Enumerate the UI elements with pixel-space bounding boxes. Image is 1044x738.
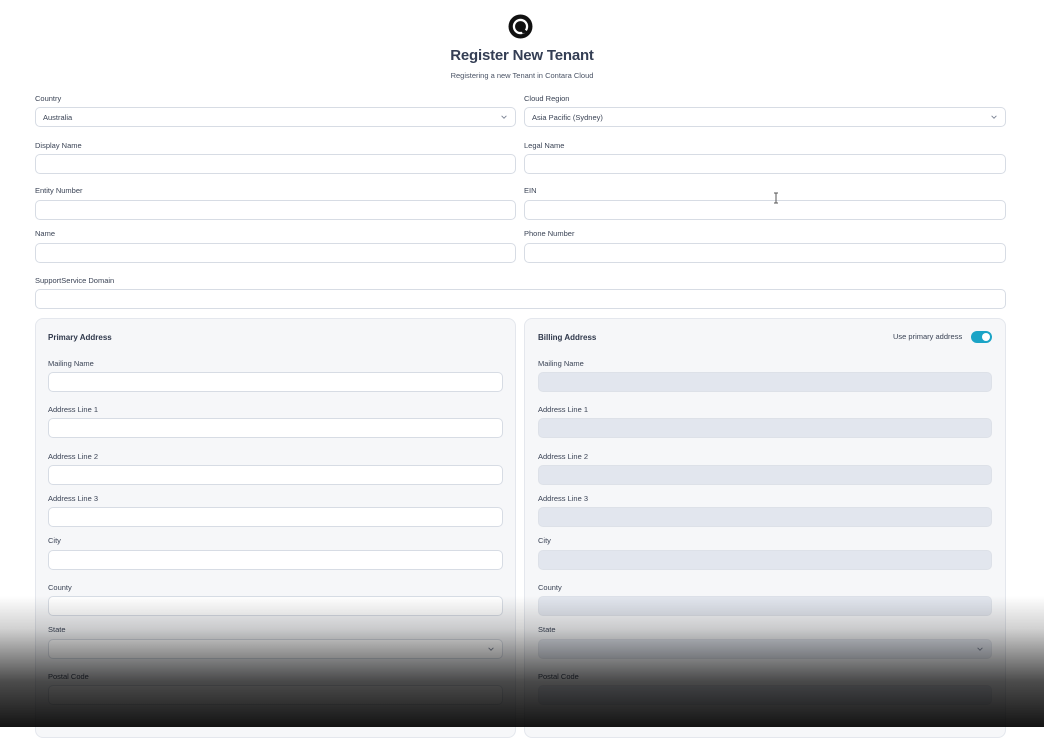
page-title: Register New Tenant [450,47,594,64]
primary-mailing-name-label: Mailing Name [48,359,94,368]
billing-county-label: County [538,583,562,592]
entity-number-label: Entity Number [35,186,83,195]
billing-city-input[interactable] [538,550,992,570]
primary-address-line-1-label: Address Line 1 [48,405,99,414]
cloud-region-label: Cloud Region [524,94,570,103]
name-label: Name [35,229,56,238]
billing-postal-code-input[interactable] [538,685,992,705]
use-primary-address-label: Use primary address [893,332,963,341]
billing-county-input[interactable] [538,596,992,616]
primary-address-line-3-input[interactable] [48,507,503,527]
primary-postal-code-input[interactable] [48,685,503,705]
chevron-down-icon [991,115,997,119]
chevron-down-icon [501,115,507,119]
name-input[interactable] [35,243,516,263]
billing-address-line-2-input[interactable] [538,465,992,485]
billing-address-line-3-input[interactable] [538,507,992,527]
primary-mailing-name-input[interactable] [48,372,503,392]
ein-input[interactable] [524,200,1006,220]
cloud-region-value: Asia Pacific (Sydney) [532,113,603,122]
ein-label: EIN [524,186,537,195]
billing-state-select[interactable] [538,639,992,659]
primary-address-line-3-label: Address Line 3 [48,494,99,503]
display-name-input[interactable] [35,154,516,174]
cloud-region-select[interactable]: Asia Pacific (Sydney) [524,107,1006,127]
contara-logo-icon [508,14,533,39]
use-primary-address-toggle[interactable] [971,331,992,343]
legal-name-label: Legal Name [524,141,565,150]
primary-county-input[interactable] [48,596,503,616]
country-select[interactable]: Australia [35,107,516,127]
billing-city-label: City [538,536,551,545]
text-cursor-icon [774,192,778,204]
chevron-down-icon [488,647,494,651]
primary-state-label: State [48,625,66,634]
billing-address-line-3-label: Address Line 3 [538,494,589,503]
primary-county-label: County [48,583,72,592]
primary-city-input[interactable] [48,550,503,570]
billing-address-line-1-label: Address Line 1 [538,405,589,414]
support-service-domain-label: SupportService Domain [35,276,115,285]
billing-postal-code-label: Postal Code [538,672,579,681]
country-label: Country [35,94,62,103]
display-name-label: Display Name [35,141,82,150]
toggle-knob [982,333,990,341]
billing-state-label: State [538,625,556,634]
billing-mailing-name-input[interactable] [538,372,992,392]
primary-address-line-1-input[interactable] [48,418,503,438]
legal-name-input[interactable] [524,154,1006,174]
chevron-down-icon [977,647,983,651]
phone-number-input[interactable] [524,243,1006,263]
primary-city-label: City [48,536,61,545]
billing-address-line-2-label: Address Line 2 [538,452,589,461]
page-subtitle: Registering a new Tenant in Contara Clou… [450,71,594,80]
billing-address-title: Billing Address [538,333,597,342]
support-service-domain-input[interactable] [35,289,1006,309]
primary-postal-code-label: Postal Code [48,672,89,681]
country-value: Australia [43,113,73,122]
entity-number-input[interactable] [35,200,516,220]
billing-address-line-1-input[interactable] [538,418,992,438]
billing-mailing-name-label: Mailing Name [538,359,584,368]
primary-address-line-2-input[interactable] [48,465,503,485]
primary-address-title: Primary Address [48,333,112,342]
phone-number-label: Phone Number [524,229,575,238]
primary-address-line-2-label: Address Line 2 [48,452,99,461]
primary-state-select[interactable] [48,639,503,659]
